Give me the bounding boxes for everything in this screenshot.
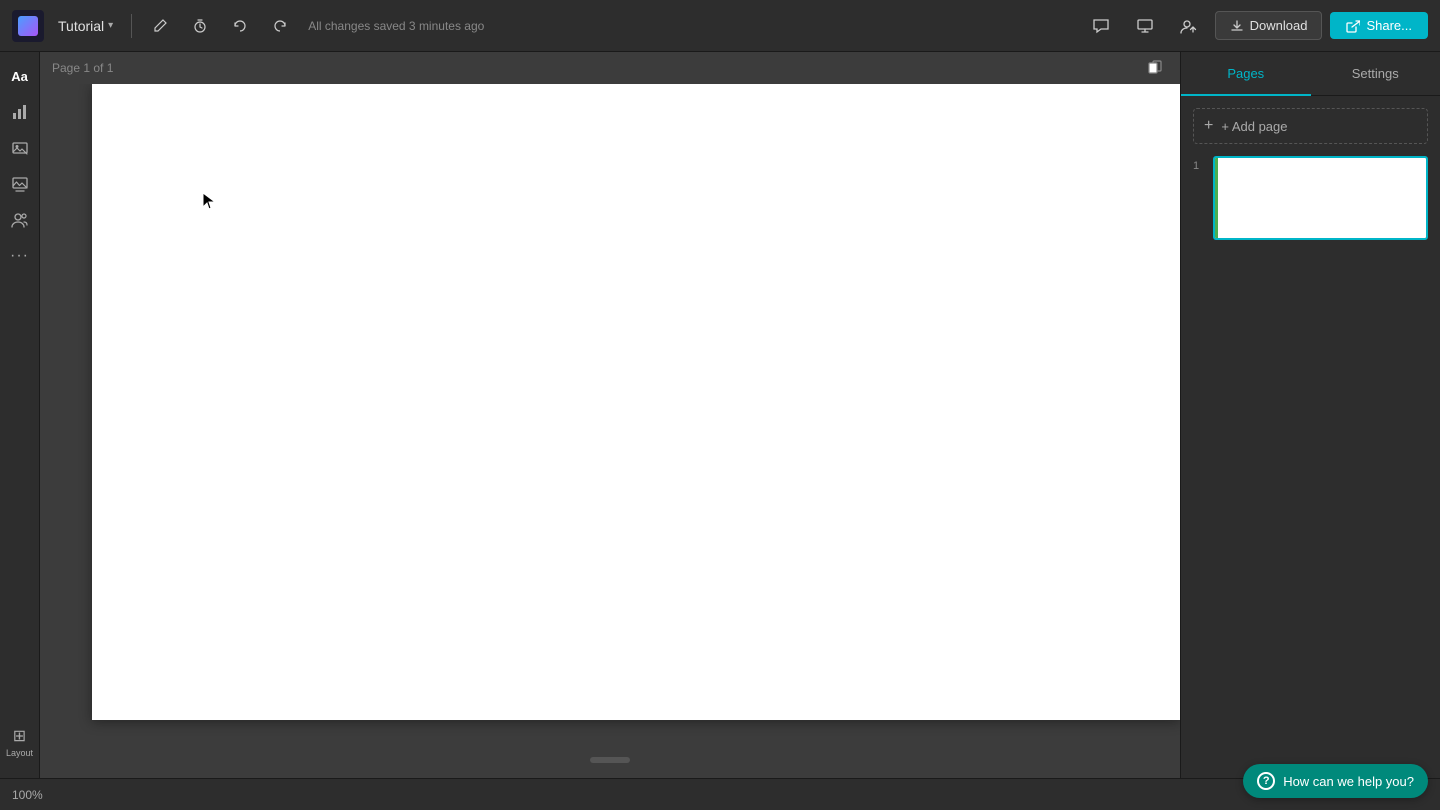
sidebar-item-media[interactable] [4, 132, 36, 164]
document-title-button[interactable]: Tutorial ▾ [52, 14, 119, 38]
page-indicator: Page 1 of 1 [52, 61, 113, 75]
page-number-1: 1 [1193, 160, 1205, 172]
comments-button[interactable] [1083, 8, 1119, 44]
topbar: Tutorial ▾ All changes saved 3 minutes a… [0, 0, 1440, 52]
add-page-button[interactable]: + + Add page [1193, 108, 1428, 144]
layout-label: Layout [6, 748, 33, 758]
drag-handle[interactable] [590, 757, 630, 763]
sidebar-bottom: ⊞ Layout [2, 722, 37, 770]
help-icon: ? [1257, 772, 1275, 790]
main-layout: Aa [0, 52, 1440, 778]
page-thumbnail-1[interactable] [1213, 156, 1428, 240]
edit-tool-button[interactable] [144, 10, 176, 42]
canvas-content[interactable] [40, 84, 1180, 742]
sidebar-item-charts[interactable] [4, 96, 36, 128]
add-icon: + [1204, 117, 1213, 135]
timer-button[interactable] [184, 10, 216, 42]
more-icon: ··· [10, 247, 29, 265]
panel-tabs: Pages Settings [1181, 52, 1440, 96]
zoom-level[interactable]: 100% [12, 788, 43, 802]
help-label: How can we help you? [1283, 774, 1414, 789]
bottom-bar: 100% [0, 778, 1440, 810]
toolbar-divider [131, 14, 132, 38]
chart-icon [11, 103, 29, 121]
tab-pages[interactable]: Pages [1181, 52, 1311, 96]
document-title: Tutorial [58, 18, 104, 34]
share-label: Share... [1366, 18, 1412, 33]
layout-button[interactable]: ⊞ Layout [2, 722, 37, 762]
help-widget[interactable]: ? How can we help you? [1243, 764, 1428, 798]
sidebar-item-more[interactable]: ··· [4, 240, 36, 272]
layout-icon: ⊞ [13, 726, 26, 746]
canvas-footer [40, 742, 1180, 778]
autosave-status: All changes saved 3 minutes ago [308, 19, 484, 33]
page-thumb-wrapper-1: 1 [1193, 156, 1428, 240]
undo-button[interactable] [224, 10, 256, 42]
present-button[interactable] [1127, 8, 1163, 44]
panel-content: + + Add page 1 [1181, 96, 1440, 778]
sidebar-item-users[interactable] [4, 204, 36, 236]
photo-icon [11, 175, 29, 193]
sidebar-item-text[interactable]: Aa [4, 60, 36, 92]
users-icon [11, 211, 29, 229]
chevron-down-icon: ▾ [108, 20, 113, 31]
page-canvas[interactable] [92, 84, 1180, 720]
redo-button[interactable] [264, 10, 296, 42]
canvas-header: Page 1 of 1 [40, 52, 1180, 84]
download-button[interactable]: Download [1215, 11, 1323, 40]
tab-settings[interactable]: Settings [1311, 52, 1440, 96]
canvas-area: Page 1 of 1 [40, 52, 1180, 778]
logo-icon [18, 16, 38, 36]
page-active-indicator [1215, 158, 1218, 238]
media-icon [11, 139, 29, 157]
sidebar-item-photos[interactable] [4, 168, 36, 200]
page-thumb-content [1215, 158, 1426, 238]
left-sidebar: Aa [0, 52, 40, 778]
pages-grid: 1 [1193, 156, 1428, 240]
right-panel: Pages Settings + + Add page 1 [1180, 52, 1440, 778]
topbar-right: Download Share... [1083, 8, 1428, 44]
download-label: Download [1250, 18, 1308, 33]
share-button[interactable]: Share... [1330, 12, 1428, 39]
app-logo[interactable] [12, 10, 44, 42]
share-users-button[interactable] [1171, 8, 1207, 44]
text-icon: Aa [11, 69, 28, 84]
canvas-copy-button[interactable] [1142, 58, 1168, 79]
add-page-label: + Add page [1221, 119, 1287, 134]
